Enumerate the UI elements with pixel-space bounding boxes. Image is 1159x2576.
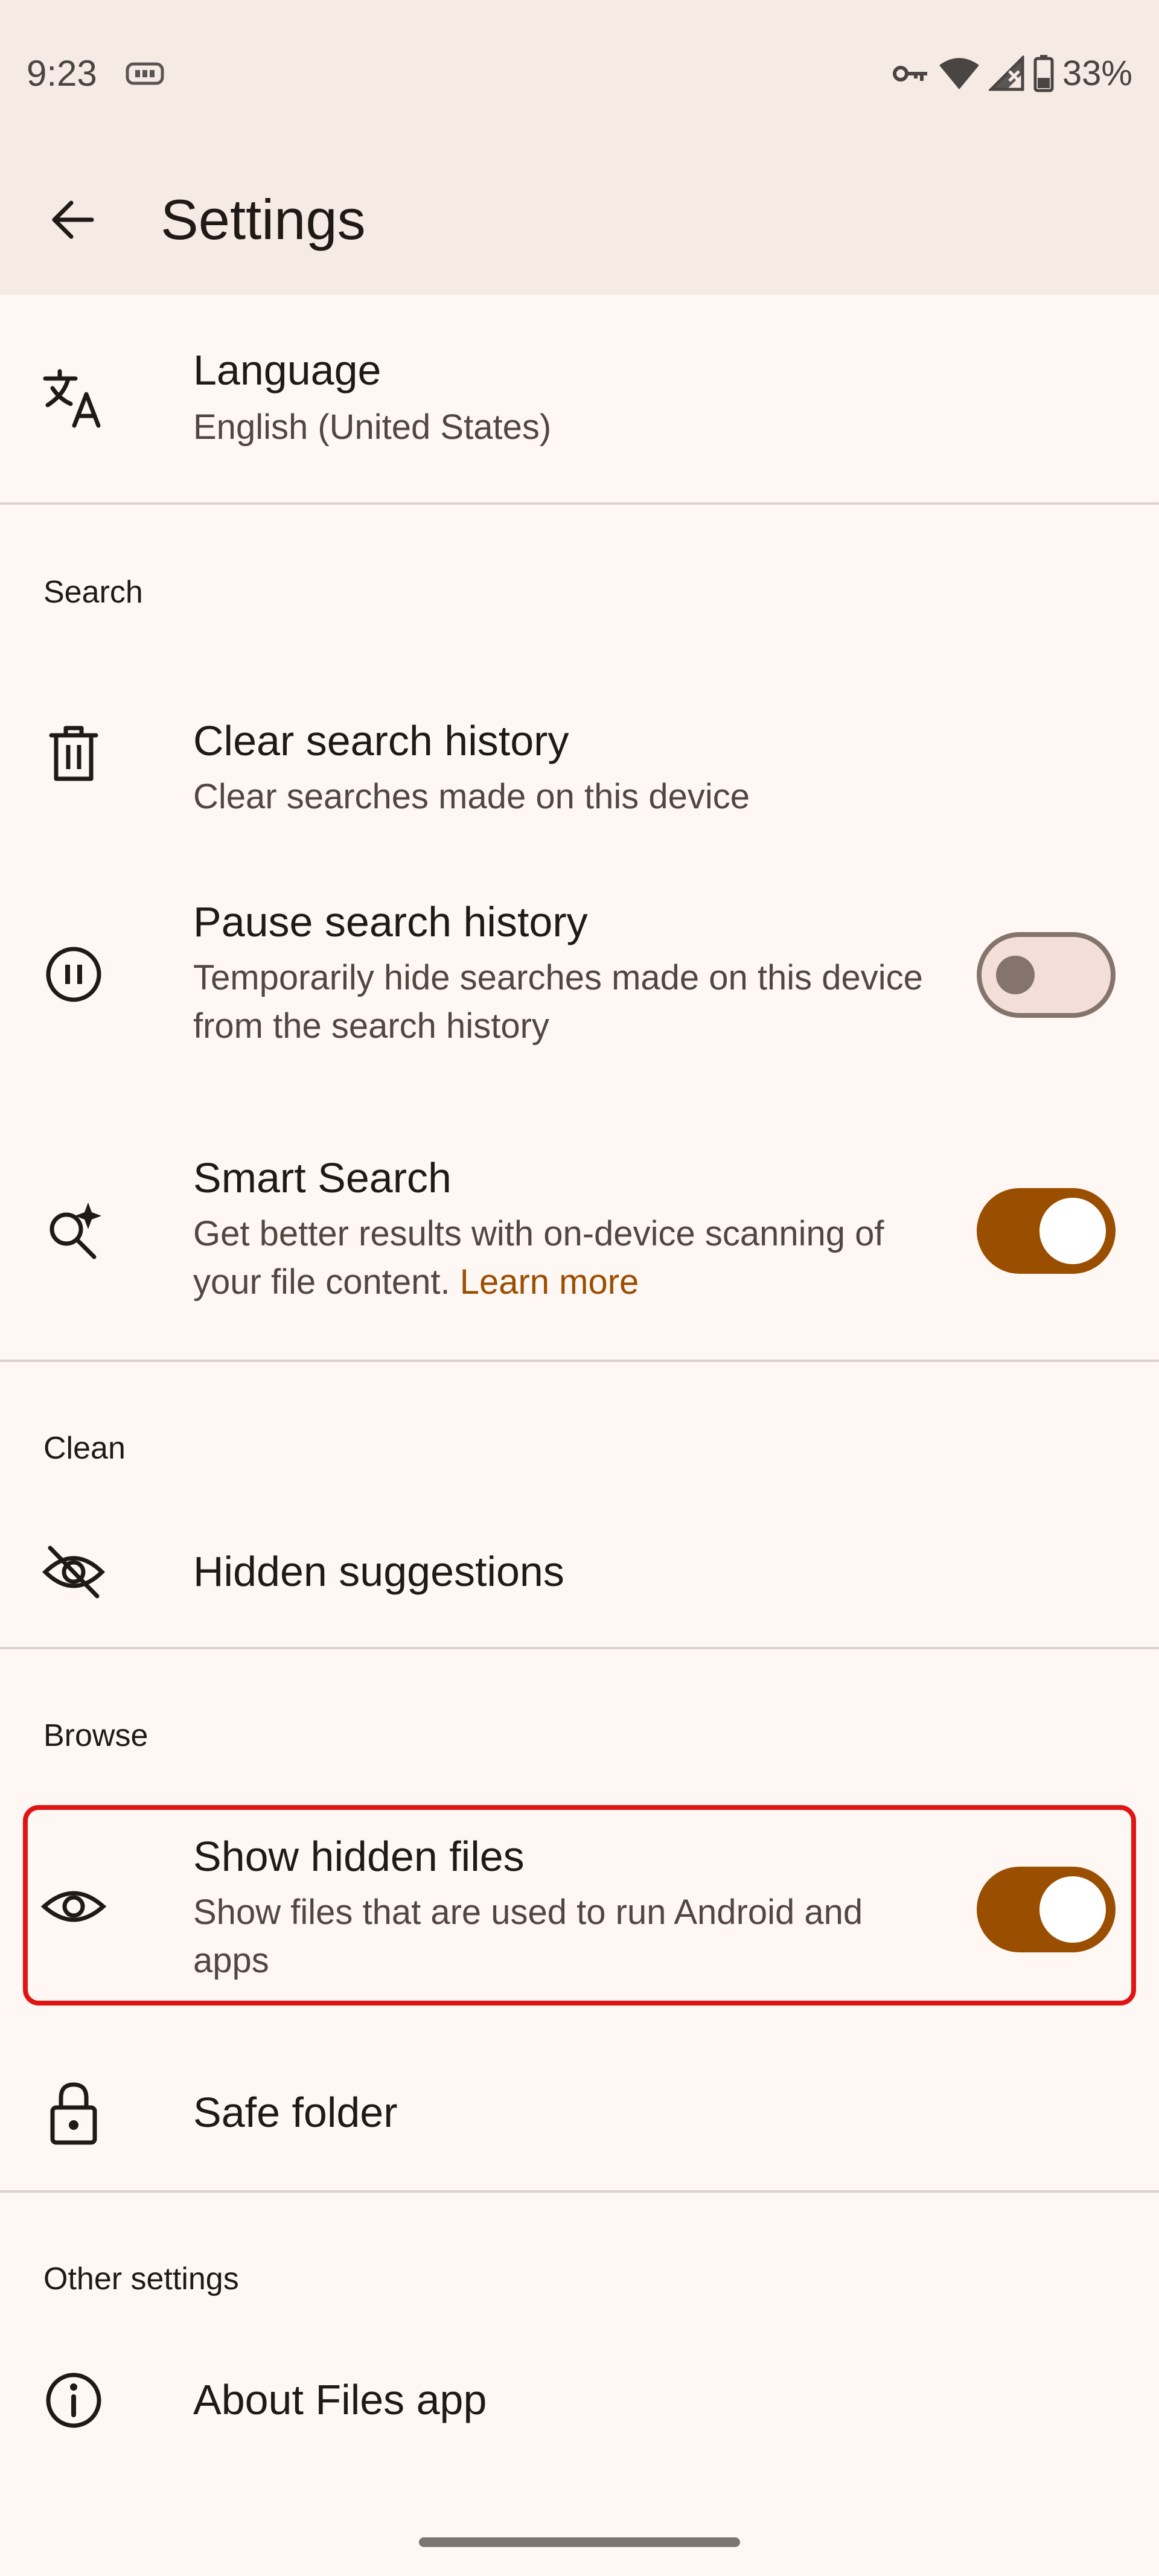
- info-icon: [37, 2364, 110, 2437]
- page-title: Settings: [161, 188, 366, 251]
- section-header-clean: Clean: [43, 1431, 126, 1466]
- about-files-app-setting[interactable]: About Files app: [0, 2332, 1159, 2474]
- divider: [0, 1647, 1159, 1649]
- toggle-knob: [996, 956, 1035, 994]
- status-time: 9:23: [27, 53, 97, 94]
- wifi-icon: [939, 58, 979, 89]
- vpn-key-icon: [892, 66, 927, 81]
- language-title: Language: [193, 347, 382, 394]
- toggle-knob: [1039, 1198, 1106, 1264]
- highlight-box: [23, 1805, 1136, 2006]
- about-files-app-title: About Files app: [193, 2376, 487, 2423]
- clear-search-history-title: Clear search history: [193, 717, 569, 764]
- smart-search-subtitle: Get better results with on-device scanni…: [193, 1210, 942, 1306]
- status-bar: 9:23 33%: [0, 0, 1159, 145]
- signal-icon: [988, 56, 1024, 91]
- trash-icon: [37, 717, 110, 790]
- pause-circle-icon: [37, 938, 110, 1011]
- divider: [0, 2190, 1159, 2193]
- section-header-browse: Browse: [43, 1718, 148, 1753]
- translate-icon: [37, 362, 110, 435]
- language-subtitle: English (United States): [193, 407, 552, 447]
- lock-icon: [37, 2077, 110, 2149]
- smart-search-title: Smart Search: [193, 1154, 452, 1201]
- pause-search-history-toggle[interactable]: [977, 932, 1116, 1018]
- pause-search-history-title: Pause search history: [193, 898, 588, 945]
- battery-icon: [1033, 55, 1054, 92]
- learn-more-link[interactable]: Learn more: [460, 1262, 639, 1302]
- search-sparkle-icon: [37, 1194, 110, 1267]
- back-arrow-icon: [52, 200, 94, 239]
- safe-folder-setting[interactable]: Safe folder: [0, 2044, 1159, 2187]
- pause-search-history-subtitle: Temporarily hide searches made on this d…: [193, 958, 923, 1046]
- app-bar: Settings: [0, 145, 1159, 295]
- notification-badge-icon: [126, 62, 164, 85]
- clear-search-history-setting[interactable]: Clear search history Clear searches made…: [0, 658, 1159, 851]
- clear-search-history-subtitle: Clear searches made on this device: [193, 777, 750, 816]
- safe-folder-title: Safe folder: [193, 2089, 398, 2136]
- divider: [0, 1360, 1159, 1362]
- language-setting[interactable]: Language English (United States): [0, 295, 1159, 503]
- hidden-suggestions-title: Hidden suggestions: [193, 1548, 564, 1595]
- divider: [0, 502, 1159, 505]
- gesture-nav-handle[interactable]: [419, 2537, 740, 2547]
- pause-search-history-setting[interactable]: Pause search history Temporarily hide se…: [0, 869, 1159, 1111]
- status-icons: 33%: [892, 50, 1132, 98]
- battery-percentage: 33%: [1062, 54, 1132, 93]
- section-header-other: Other settings: [43, 2261, 239, 2296]
- smart-search-toggle[interactable]: [977, 1188, 1116, 1274]
- back-button[interactable]: [36, 184, 109, 256]
- visibility-off-icon: [37, 1536, 110, 1608]
- smart-search-setting[interactable]: Smart Search Get better results with on-…: [0, 1129, 1159, 1352]
- hidden-suggestions-setting[interactable]: Hidden suggestions: [0, 1503, 1159, 1642]
- section-header-search: Search: [43, 575, 143, 610]
